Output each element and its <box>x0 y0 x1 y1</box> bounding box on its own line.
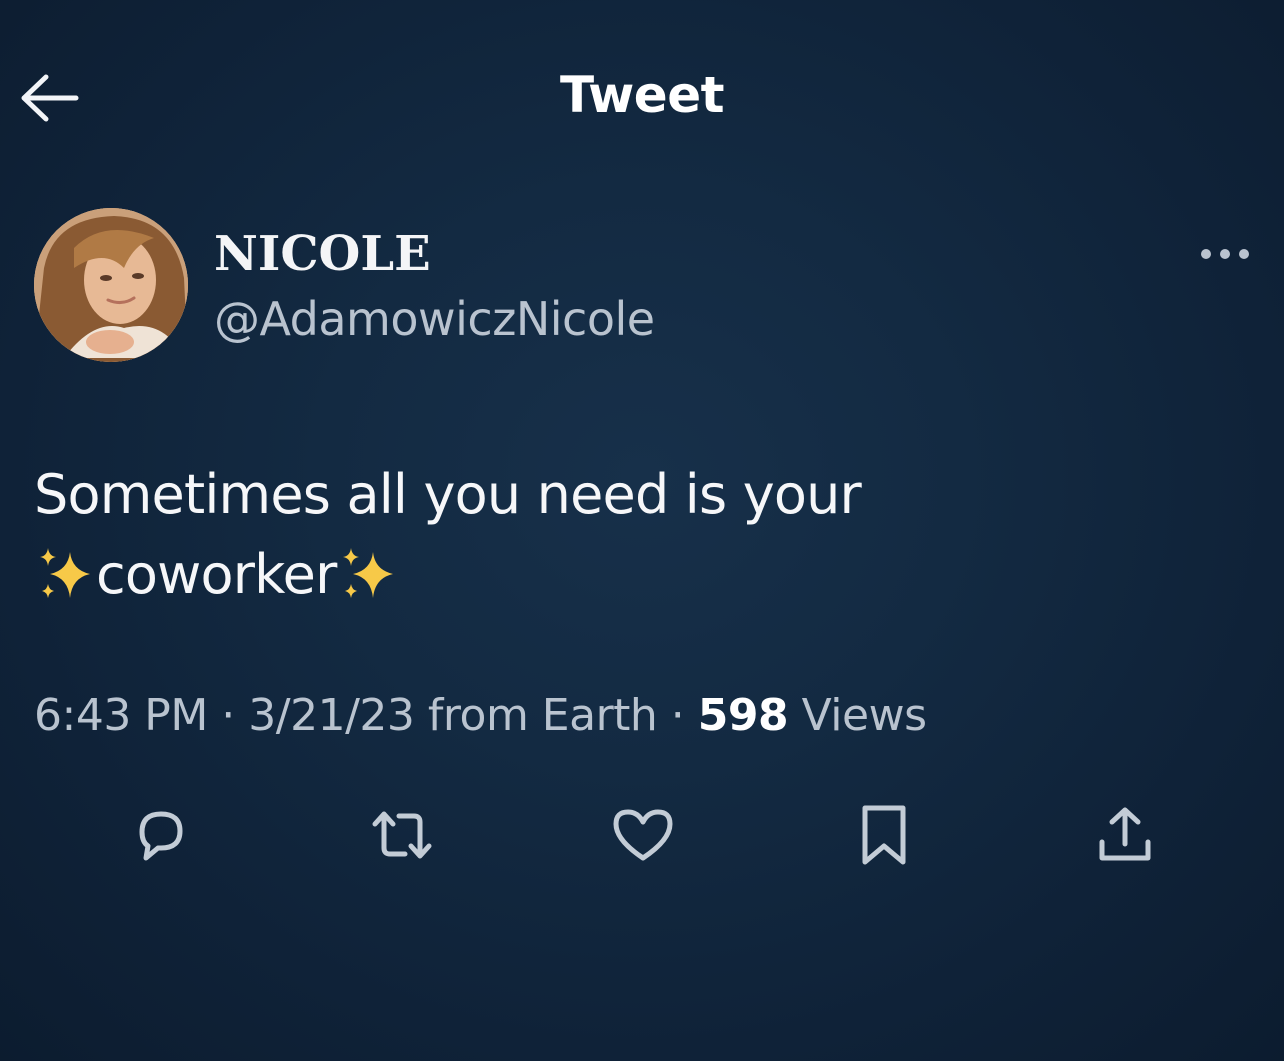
views-count[interactable]: 598 <box>698 690 789 741</box>
tweet-meta: 6:43 PM · 3/21/23 from Earth · 598 Views <box>34 690 927 741</box>
tweet-time: 6:43 PM <box>34 690 208 741</box>
separator: · <box>221 690 235 741</box>
share-icon <box>1099 807 1151 861</box>
retweet-icon <box>372 811 432 859</box>
bookmark-icon <box>862 805 906 865</box>
tweet-source: from Earth <box>427 690 658 741</box>
tweet-text: Sometimes all you need is your coworker <box>34 455 1234 615</box>
retweet-button[interactable] <box>357 790 447 880</box>
avatar[interactable] <box>34 208 188 362</box>
separator: · <box>670 690 685 741</box>
bookmark-button[interactable] <box>839 790 929 880</box>
more-options-button[interactable] <box>1192 236 1258 272</box>
page-title: Tweet <box>559 66 725 124</box>
more-horizontal-icon <box>1201 249 1249 259</box>
sparkles-icon <box>34 544 96 606</box>
tweet-line-1: Sometimes all you need is your <box>34 463 862 526</box>
share-button[interactable] <box>1080 790 1170 880</box>
display-name[interactable]: NICOLE <box>214 226 431 282</box>
tweet-line-2: coworker <box>34 535 1234 615</box>
tweet-word: coworker <box>96 543 337 606</box>
like-button[interactable] <box>598 790 688 880</box>
reply-icon <box>139 811 183 861</box>
sparkles-icon <box>337 544 399 606</box>
user-handle[interactable]: @AdamowiczNicole <box>214 292 655 346</box>
action-bar <box>0 790 1284 880</box>
tweet-date: 3/21/23 <box>248 690 415 741</box>
reply-button[interactable] <box>116 790 206 880</box>
like-icon <box>613 809 673 861</box>
top-bar: Tweet <box>0 0 1284 190</box>
profile-photo <box>34 208 188 362</box>
views-label[interactable]: Views <box>802 690 927 741</box>
